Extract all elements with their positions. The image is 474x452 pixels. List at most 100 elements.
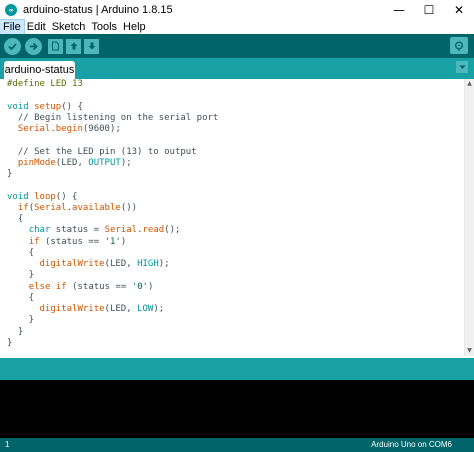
code-token: () { (55, 191, 78, 202)
code-token: #define LED 13 (7, 79, 83, 89)
code-line: { (7, 248, 218, 259)
code-token: status = (50, 225, 105, 236)
code-token: if (17, 202, 29, 213)
code-token: else (28, 281, 51, 292)
code-line: // Begin listening on the serial port (7, 113, 219, 124)
code-token: } (7, 169, 13, 179)
code-token: digitalWrite (39, 259, 105, 269)
code-token: (); (164, 225, 181, 236)
code-line: { (7, 293, 218, 304)
code-token: setup (34, 101, 62, 112)
code-token: { (7, 247, 35, 258)
code-line: } (7, 169, 218, 180)
code-line: if (status == '1') (7, 237, 218, 248)
status-bar: 1 Arduino Uno on COM6 (0, 438, 474, 452)
save-button[interactable] (84, 38, 99, 54)
tab-menu-button[interactable] (456, 61, 468, 73)
line-number: 1 (5, 440, 10, 449)
code-token: (9600); (82, 124, 121, 134)
code-line: digitalWrite(LED, HIGH); (7, 259, 218, 270)
open-button[interactable] (66, 38, 81, 54)
code-token: pinMode (17, 157, 56, 168)
code-token: } (7, 315, 35, 326)
code-token: digitalWrite (39, 304, 105, 314)
code-token: char (28, 225, 51, 236)
menu-bar: File Edit Sketch Tools Help (0, 19, 474, 35)
board-port-label: Arduino Uno on COM6 (371, 440, 452, 449)
close-icon: ✕ (453, 3, 465, 17)
code-token: void (7, 101, 29, 112)
code-line: Serial.begin(9600); (7, 124, 218, 135)
code-token: '1' (104, 236, 121, 247)
maximize-button[interactable]: ☐ (414, 0, 444, 20)
code-token: } (7, 337, 13, 348)
code-token: (LED, (55, 157, 89, 168)
code-token: } (7, 270, 35, 281)
code-token: ) (147, 281, 154, 292)
chevron-down-icon (459, 65, 465, 69)
console-output[interactable] (0, 380, 474, 438)
window-controls: — ☐ ✕ (384, 0, 474, 20)
code-token: () { (61, 101, 83, 112)
verify-button[interactable] (4, 37, 21, 55)
code-token: begin (55, 124, 83, 134)
magnifier-icon (455, 41, 463, 51)
arrow-right-icon (30, 42, 38, 50)
code-token: ); (158, 259, 170, 269)
menu-edit[interactable]: Edit (24, 20, 49, 34)
maximize-icon: ☐ (423, 3, 435, 17)
code-token: read (142, 225, 165, 236)
code-token: if (55, 281, 67, 292)
menu-file[interactable]: File (0, 19, 25, 35)
serial-monitor-button[interactable] (450, 37, 468, 54)
close-button[interactable]: ✕ (444, 0, 474, 20)
code-token: (status == (66, 281, 132, 292)
toolbar (0, 34, 474, 58)
menu-help[interactable]: Help (120, 20, 149, 34)
code-line: } (7, 338, 218, 349)
code-text: #define LED 13 void setup() { // Begin l… (7, 79, 218, 349)
code-token: LOW (137, 304, 154, 314)
tab-strip: arduino-status (0, 58, 474, 79)
scroll-up-icon[interactable]: ▲ (465, 79, 474, 89)
new-button[interactable] (48, 38, 63, 54)
window-title: arduino-status | Arduino 1.8.15 (23, 4, 173, 16)
code-token: // Set the LED pin (13) to output (7, 146, 197, 157)
scroll-down-icon[interactable]: ▼ (465, 346, 474, 356)
code-token: { (7, 292, 35, 303)
code-editor[interactable]: #define LED 13 void setup() { // Begin l… (0, 79, 464, 356)
code-token: Serial (104, 225, 138, 236)
code-token: available (72, 202, 121, 213)
code-line: else if (status == '0') (7, 282, 218, 293)
minimize-button[interactable]: — (384, 0, 414, 20)
menu-tools[interactable]: Tools (88, 20, 120, 34)
code-token: (LED, (104, 304, 138, 314)
tab-arduino-status[interactable]: arduino-status (4, 61, 75, 79)
upload-button[interactable] (25, 37, 42, 55)
code-token: void (7, 191, 29, 202)
code-token: Serial (34, 202, 67, 213)
arduino-logo-icon: ∞ (5, 4, 17, 16)
code-line: void loop() { (7, 192, 218, 203)
code-token: HIGH (137, 259, 159, 269)
code-token: } (7, 326, 24, 337)
code-line: #define LED 13 (7, 79, 218, 90)
code-token: ) (120, 236, 127, 247)
code-line: char status = Serial.read(); (7, 225, 218, 236)
code-token: ); (153, 304, 165, 314)
checkmark-icon (8, 42, 17, 50)
menu-sketch[interactable]: Sketch (49, 20, 89, 34)
code-line: } (7, 270, 218, 281)
minimize-icon: — (393, 3, 405, 17)
code-token: ); (120, 157, 132, 168)
title-bar: ∞ arduino-status | Arduino 1.8.15 — ☐ ✕ (0, 0, 474, 20)
vertical-scrollbar[interactable]: ▲ ▼ (464, 79, 474, 356)
new-file-icon (52, 41, 59, 51)
